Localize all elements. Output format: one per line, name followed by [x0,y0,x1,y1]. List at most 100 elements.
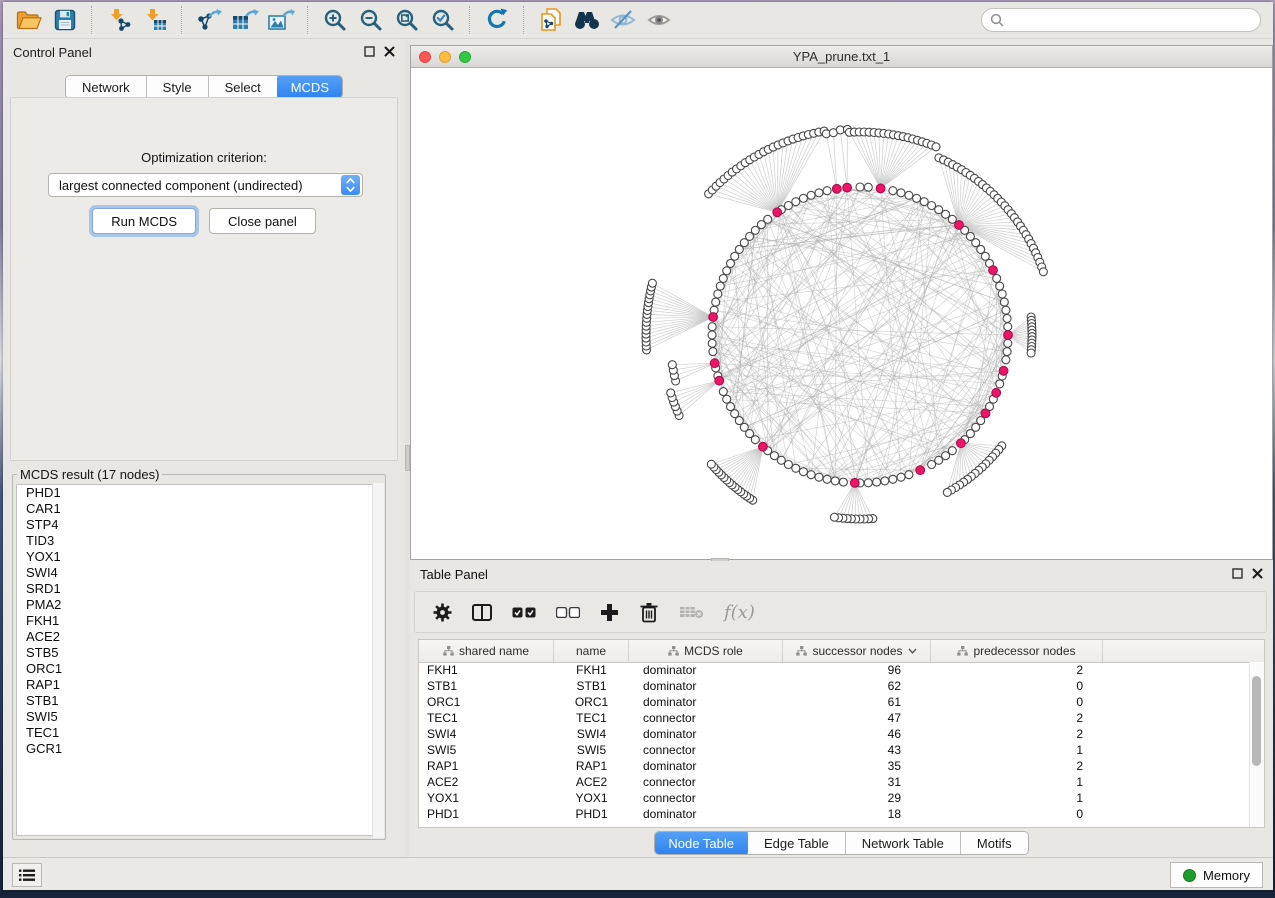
add-column-button[interactable] [600,603,619,622]
import-table-button[interactable] [137,5,173,35]
network-node[interactable] [792,198,800,206]
tab-style[interactable]: Style [147,76,209,98]
network-node[interactable] [708,331,716,339]
network-node[interactable] [799,468,807,476]
list-item[interactable]: PHD1 [17,485,381,501]
list-item[interactable]: GCR1 [17,741,381,757]
network-node[interactable] [807,471,815,479]
network-node[interactable] [823,475,831,483]
network-node[interactable] [1000,298,1008,306]
network-node[interactable] [648,279,656,287]
table-row[interactable]: STB1STB1dominator620 [419,678,1250,694]
network-node[interactable] [708,339,716,347]
export-network-button[interactable] [191,5,227,35]
network-node[interactable] [716,282,724,290]
tab-edge-table[interactable]: Edge Table [748,832,846,854]
network-node[interactable] [1003,314,1011,322]
select-all-rows-button[interactable] [512,607,536,618]
table-row[interactable]: ORC1ORC1dominator610 [419,694,1250,710]
network-hub-node[interactable] [832,184,841,193]
network-node[interactable] [823,187,831,195]
network-node[interactable] [764,215,772,223]
network-node[interactable] [815,189,823,197]
table-row[interactable]: TEC1TEC1connector472 [419,710,1250,726]
network-node[interactable] [719,388,727,396]
list-item[interactable]: SWI4 [17,565,381,581]
tab-network[interactable]: Network [66,76,147,98]
list-item[interactable]: SWI5 [17,709,381,725]
table-row[interactable]: PHD1PHD1dominator180 [419,806,1250,822]
table-row[interactable]: RAP1RAP1dominator352 [419,758,1250,774]
network-hub-node[interactable] [992,388,1001,397]
column-header-name[interactable]: name [554,640,629,662]
network-hub-node[interactable] [989,266,998,275]
network-node[interactable] [807,191,815,199]
network-node[interactable] [864,479,872,487]
network-node[interactable] [714,290,722,298]
table-row[interactable]: SWI5SWI5connector431 [419,742,1250,758]
search-input[interactable] [1010,12,1252,29]
list-item[interactable]: SRD1 [17,581,381,597]
column-header-successor-nodes[interactable]: successor nodes [783,640,931,662]
network-node[interactable] [905,471,913,479]
network-hub-node[interactable] [876,184,885,193]
list-item[interactable]: STB5 [17,645,381,661]
tab-select[interactable]: Select [209,76,278,98]
list-item[interactable]: YOX1 [17,549,381,565]
tab-network-table[interactable]: Network Table [846,832,961,854]
network-node[interactable] [1004,339,1012,347]
network-hub-node[interactable] [850,479,859,488]
list-item[interactable]: STP4 [17,517,381,533]
list-item[interactable]: RAP1 [17,677,381,693]
network-node[interactable] [993,274,1001,282]
import-network-button[interactable] [101,5,137,35]
network-node[interactable] [719,274,727,282]
network-node[interactable] [667,389,675,397]
export-image-button[interactable] [263,5,299,35]
table-row[interactable]: FKH1FKH1dominator962 [419,662,1250,678]
zoom-in-button[interactable] [317,5,353,35]
show-column-button[interactable] [472,604,492,621]
network-node[interactable] [707,460,715,468]
network-node[interactable] [784,202,792,210]
float-panel-icon[interactable] [1232,567,1243,582]
tab-mcds[interactable]: MCDS [277,75,343,99]
network-node[interactable] [839,478,847,486]
column-header-predecessor-nodes[interactable]: predecessor nodes [931,640,1103,662]
network-hub-node[interactable] [715,376,724,385]
list-item[interactable]: ACE2 [17,629,381,645]
close-panel-icon[interactable] [384,45,395,60]
duplicate-network-button[interactable] [533,5,569,35]
network-node[interactable] [830,513,838,521]
list-item[interactable]: TID3 [17,533,381,549]
show-all-button[interactable] [641,5,677,35]
network-node[interactable] [897,473,905,481]
network-node[interactable] [928,461,936,469]
table-scrollbar[interactable] [1249,662,1264,827]
network-node[interactable] [723,267,731,275]
list-item[interactable]: TEC1 [17,725,381,741]
table-scrollbar-thumb[interactable] [1252,676,1261,766]
hide-selected-button[interactable] [605,5,641,35]
network-window-titlebar[interactable]: YPA_prune.txt_1 [411,46,1272,68]
network-hub-node[interactable] [916,466,925,475]
network-node[interactable] [864,183,872,191]
network-node[interactable] [1027,349,1035,357]
table-settings-button[interactable] [433,603,452,622]
tab-motifs[interactable]: Motifs [961,832,1028,854]
table-row[interactable]: YOX1YOX1connector291 [419,790,1250,806]
network-node[interactable] [873,478,881,486]
memory-button[interactable]: Memory [1170,862,1263,888]
network-hub-node[interactable] [955,221,964,230]
network-canvas[interactable] [411,67,1273,559]
table-row[interactable]: SWI4SWI4dominator462 [419,726,1250,742]
run-mcds-button[interactable]: Run MCDS [92,208,196,234]
network-node[interactable] [712,298,720,306]
table-row[interactable]: ACE2ACE2connector311 [419,774,1250,790]
network-hub-node[interactable] [709,313,718,322]
network-node[interactable] [996,380,1004,388]
export-table-button[interactable] [227,5,263,35]
network-hub-node[interactable] [957,439,966,448]
network-node[interactable] [932,143,940,151]
network-node[interactable] [920,198,928,206]
